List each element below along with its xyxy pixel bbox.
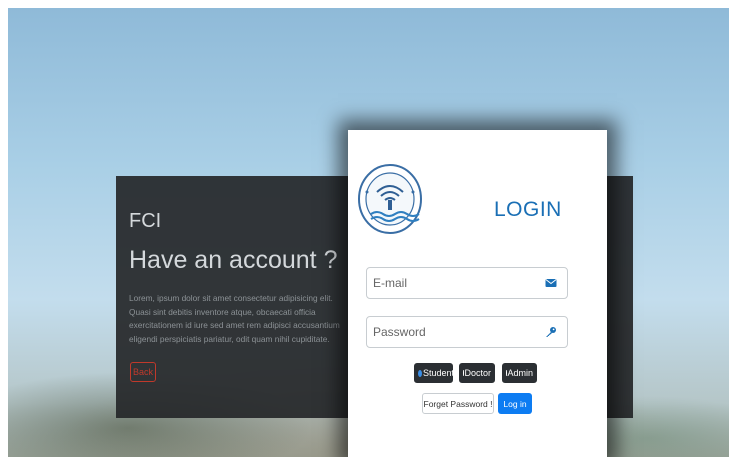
role-student-radio[interactable]: Student xyxy=(414,363,455,383)
faculty-seal-logo-icon xyxy=(358,164,422,234)
back-button[interactable]: Back xyxy=(130,362,156,382)
role-label: Student xyxy=(423,368,455,378)
description-text: Lorem, ipsum dolor sit amet consectetur … xyxy=(129,293,340,344)
key-icon xyxy=(546,327,556,337)
password-input[interactable] xyxy=(373,317,533,347)
role-label: Doctor xyxy=(464,368,491,378)
headline: Have an account ? xyxy=(129,246,338,274)
role-doctor-radio[interactable]: Doctor xyxy=(459,363,495,383)
role-label: Admin xyxy=(507,368,533,378)
radio-checked-icon xyxy=(418,369,422,377)
login-title: LOGIN xyxy=(494,198,562,221)
role-admin-radio[interactable]: Admin xyxy=(502,363,537,383)
brand-title: FCI xyxy=(129,210,162,232)
email-field[interactable] xyxy=(366,267,568,299)
envelope-icon xyxy=(545,279,557,287)
password-field[interactable] xyxy=(366,316,568,348)
email-input[interactable] xyxy=(373,268,533,298)
forget-password-button[interactable]: Forget Password ! xyxy=(422,393,494,414)
login-button[interactable]: Log in xyxy=(498,393,532,414)
